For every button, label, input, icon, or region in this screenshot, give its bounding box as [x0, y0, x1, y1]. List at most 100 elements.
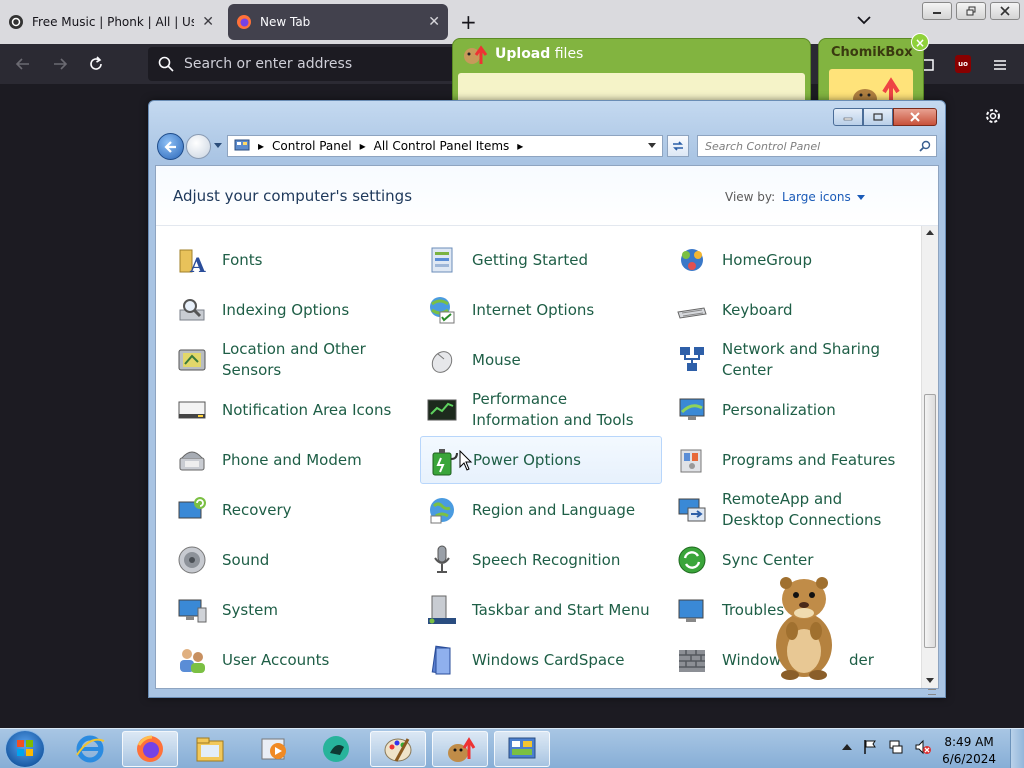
cp-item-mouse[interactable]: Mouse	[420, 336, 662, 384]
back-button[interactable]	[157, 133, 184, 160]
close-tab-icon[interactable]: ✕	[202, 14, 214, 30]
cp-item-sound[interactable]: Sound	[170, 536, 412, 584]
refresh-button[interactable]	[667, 135, 689, 157]
address-bar[interactable]: Search or enter address	[148, 47, 458, 81]
vertical-scrollbar[interactable]	[921, 226, 938, 695]
chomik-app-icon[interactable]	[308, 731, 364, 767]
paint-icon[interactable]	[370, 731, 426, 767]
close-button[interactable]	[893, 108, 937, 126]
search-icon[interactable]	[919, 140, 931, 152]
phone-icon	[176, 444, 208, 476]
scrollbar-thumb[interactable]	[924, 394, 936, 695]
volume-muted-icon[interactable]	[914, 739, 932, 755]
cp-item-homegroup[interactable]: HomeGroup	[670, 236, 912, 284]
cp-item-label: Keyboard	[722, 300, 793, 319]
cp-item-internet-options[interactable]: Internet Options	[420, 286, 662, 334]
cp-item-notification-area-icons[interactable]: Notification Area Icons	[170, 386, 412, 434]
maximize-button[interactable]	[863, 108, 893, 126]
show-hidden-icons-icon[interactable]	[842, 743, 852, 751]
cp-item-network-sharing[interactable]: Network and Sharing Center	[670, 336, 912, 384]
cp-item-taskbar-start-menu[interactable]: Taskbar and Start Menu	[420, 586, 662, 634]
cp-item-label: Mouse	[472, 350, 521, 369]
address-placeholder: Search or enter address	[184, 56, 353, 72]
cp-item-label: Notification Area Icons	[222, 400, 392, 419]
start-button[interactable]	[5, 730, 45, 768]
media-player-icon[interactable]	[246, 731, 302, 767]
show-desktop-button[interactable]	[1010, 729, 1024, 768]
scroll-up-arrow-icon[interactable]	[926, 230, 934, 236]
page-title: Adjust your computer's settings	[173, 187, 413, 205]
scroll-down-arrow-icon[interactable]	[926, 678, 934, 684]
cp-item-personalization[interactable]: Personalization	[670, 386, 912, 434]
internet-options-icon	[426, 294, 458, 326]
phonk-site-icon	[9, 15, 23, 29]
cp-item-remoteapp[interactable]: RemoteApp and Desktop Connections	[670, 486, 912, 534]
cp-item-getting-started[interactable]: Getting Started	[420, 236, 662, 284]
breadcrumb-control-panel[interactable]: Control Panel	[272, 139, 352, 153]
cp-item-keyboard[interactable]: Keyboard	[670, 286, 912, 334]
internet-explorer-icon[interactable]	[62, 731, 118, 767]
cp-item-label: Personalization	[722, 400, 836, 419]
cp-item-recovery[interactable]: Recovery	[170, 486, 412, 534]
back-arrow-icon[interactable]	[14, 55, 32, 73]
ublock-origin-icon[interactable]: uo	[955, 55, 971, 73]
cp-item-performance-tools[interactable]: Performance Information and Tools	[420, 386, 662, 434]
breadcrumb[interactable]: ▸ Control Panel ▸ All Control Panel Item…	[227, 135, 663, 157]
minimize-button[interactable]	[922, 2, 952, 20]
settings-gear-icon[interactable]	[983, 106, 1003, 126]
view-by-value: Large icons	[782, 190, 851, 204]
tab-title: Free Music | Phonk | All | Use W	[32, 15, 195, 29]
tab-free-music[interactable]: Free Music | Phonk | All | Use W ✕	[0, 4, 222, 40]
system-icon	[176, 594, 208, 626]
cp-item-speech-recognition[interactable]: Speech Recognition	[420, 536, 662, 584]
restore-button[interactable]	[956, 2, 986, 20]
cp-item-system[interactable]: System	[170, 586, 412, 634]
cp-item-region-language[interactable]: Region and Language	[420, 486, 662, 534]
caption-buttons	[833, 108, 937, 126]
upload-title-rest: files	[554, 46, 584, 62]
breadcrumb-separator-icon[interactable]: ▸	[517, 139, 523, 153]
reload-icon[interactable]	[87, 55, 105, 73]
cp-item-indexing-options[interactable]: Indexing Options	[170, 286, 412, 334]
forward-arrow-icon[interactable]	[51, 55, 69, 73]
chomikbox-widget[interactable]: ChomikBox ×	[818, 33, 929, 105]
region-icon	[426, 494, 458, 526]
forward-button[interactable]	[186, 134, 211, 159]
tab-new-tab[interactable]: New Tab ✕	[228, 4, 448, 40]
explorer-icon[interactable]	[182, 731, 238, 767]
menu-hamburger-icon[interactable]	[991, 56, 1009, 74]
cp-item-programs-features[interactable]: Programs and Features	[670, 436, 912, 484]
network-status-icon[interactable]	[888, 739, 904, 755]
cp-item-fonts[interactable]: A Fonts	[170, 236, 412, 284]
breadcrumb-separator-icon: ▸	[258, 139, 265, 153]
cp-item-windows-cardspace[interactable]: Windows CardSpace	[420, 636, 662, 684]
address-dropdown-icon[interactable]	[648, 143, 656, 149]
list-all-tabs-chevron-icon[interactable]	[856, 12, 872, 28]
cp-item-label: Recovery	[222, 500, 292, 519]
cp-item-label: Fonts	[222, 250, 263, 269]
control-panel-icon[interactable]	[494, 731, 550, 767]
getting-started-icon	[426, 244, 458, 276]
chomikbox-icon[interactable]	[432, 731, 488, 767]
cp-item-location-sensors[interactable]: Location and Other Sensors	[170, 336, 412, 384]
new-tab-plus-icon[interactable]: +	[460, 12, 477, 32]
cp-item-power-options[interactable]: Power Options	[420, 436, 662, 484]
sensors-icon	[176, 344, 208, 376]
firefox-icon[interactable]	[122, 731, 178, 767]
close-tab-icon[interactable]: ✕	[428, 14, 440, 30]
cp-item-label: Location and Other Sensors	[222, 340, 366, 379]
close-window-button[interactable]	[990, 2, 1020, 20]
minimize-button[interactable]	[833, 108, 863, 126]
clock[interactable]: 8:49 AM 6/6/2024	[942, 734, 996, 768]
recent-pages-chevron-icon[interactable]	[214, 143, 222, 149]
hamster-mascot-icon[interactable]	[768, 573, 840, 681]
breadcrumb-all-items[interactable]: All Control Panel Items	[374, 139, 510, 153]
mouse-cursor-icon	[459, 450, 473, 471]
action-center-flag-icon[interactable]	[862, 739, 878, 755]
cp-item-phone-modem[interactable]: Phone and Modem	[170, 436, 412, 484]
search-control-panel-field[interactable]: Search Control Panel	[697, 135, 937, 157]
clock-time: 8:49 AM	[944, 735, 994, 749]
view-by-dropdown[interactable]: Large icons	[782, 190, 865, 204]
chomikbox-close-button[interactable]: ×	[911, 33, 929, 51]
cp-item-user-accounts[interactable]: User Accounts	[170, 636, 412, 684]
